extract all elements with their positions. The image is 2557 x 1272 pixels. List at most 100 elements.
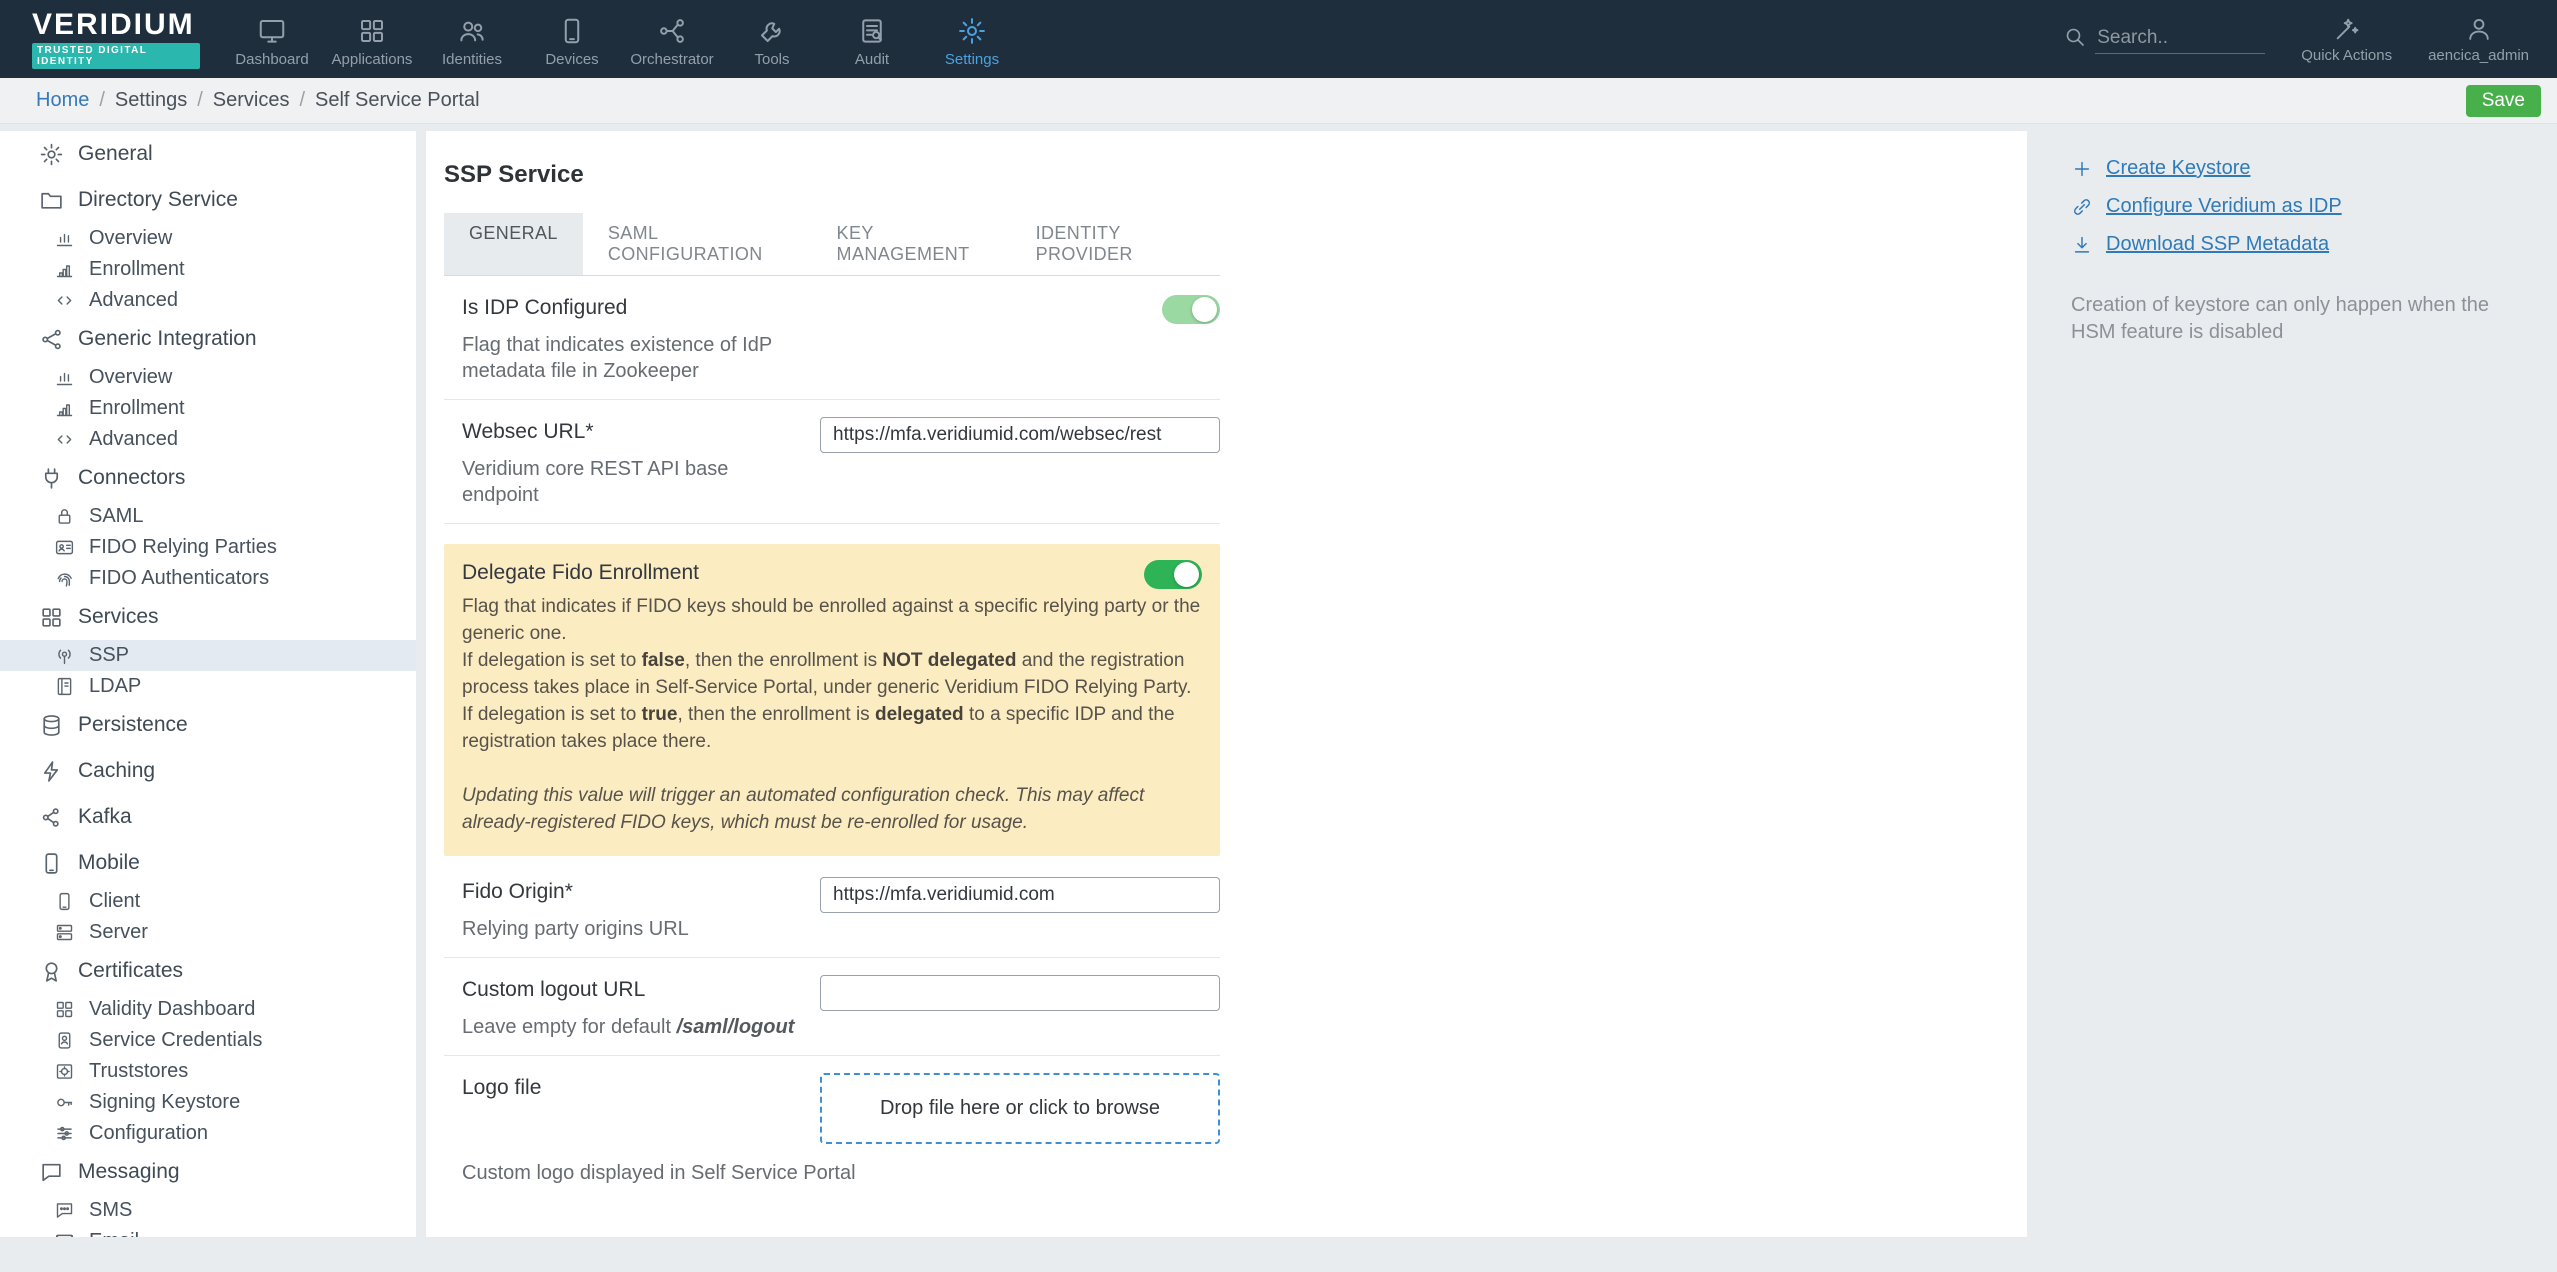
wrench-icon [722, 16, 822, 48]
phone-icon [39, 851, 64, 876]
sidebar-item-label: Truststores [89, 1060, 189, 1082]
field-websec-url: Websec URL* Veridium core REST API base … [444, 400, 1220, 524]
sidebar-item-server[interactable]: Server [0, 917, 416, 948]
custom-logout-input[interactable] [820, 975, 1220, 1011]
sidebar-item-label: SSP [89, 644, 130, 666]
sidebar-item-signing-keystore[interactable]: Signing Keystore [0, 1087, 416, 1118]
tab-identity-provider[interactable]: IDENTITY PROVIDER [1011, 213, 1220, 275]
logo-dropzone[interactable]: Drop file here or click to browse [820, 1073, 1220, 1144]
sidebar-item-mobile[interactable]: Mobile [0, 840, 416, 886]
sidebar-item-validity-dashboard[interactable]: Validity Dashboard [0, 994, 416, 1025]
sidebar-item-truststores[interactable]: Truststores [0, 1056, 416, 1087]
nav-tools[interactable]: Tools [722, 10, 822, 68]
field-fido-origin: Fido Origin* Relying party origins URL [444, 860, 1220, 958]
nav-dashboard[interactable]: Dashboard [222, 10, 322, 68]
toggle-knob [1174, 562, 1199, 587]
custom-logout-label: Custom logout URL [462, 978, 646, 1001]
sidebar-item-label: Kafka [78, 805, 132, 828]
sidebar-item-general[interactable]: General [0, 131, 416, 177]
sidebar-item-sms[interactable]: SMS [0, 1195, 416, 1226]
nav-settings[interactable]: Settings [922, 10, 1022, 68]
sidebar-item-service-credentials[interactable]: Service Credentials [0, 1025, 416, 1056]
create-keystore-link[interactable]: Create Keystore [2071, 157, 2527, 180]
code-icon [54, 429, 75, 450]
stats-icon [54, 259, 75, 280]
fido-origin-input[interactable] [820, 877, 1220, 913]
sidebar-item-label: FIDO Authenticators [89, 567, 270, 589]
sidebar-item-advanced[interactable]: Advanced [0, 424, 416, 455]
plus-icon [2071, 158, 2093, 180]
delegate-fido-toggle[interactable] [1144, 560, 1202, 589]
configure-veridium-as-idp-link[interactable]: Configure Veridium as IDP [2071, 195, 2527, 218]
breadcrumb-item-services[interactable]: Services [213, 89, 290, 112]
sidebar-item-caching[interactable]: Caching [0, 748, 416, 794]
action-label: Download SSP Metadata [2106, 233, 2330, 255]
sidebar-item-configuration[interactable]: Configuration [0, 1118, 416, 1149]
nav-identities[interactable]: Identities [422, 10, 522, 68]
sidebar-item-overview[interactable]: Overview [0, 223, 416, 254]
sidebar-item-label: Messaging [78, 1160, 180, 1183]
monitor-icon [222, 16, 322, 48]
sidebar-item-client[interactable]: Client [0, 886, 416, 917]
tab-saml-configuration[interactable]: SAML CONFIGURATION [583, 213, 812, 275]
is-idp-configured-toggle[interactable] [1162, 295, 1220, 324]
nav-label: Applications [331, 51, 413, 68]
sidebar-item-ldap[interactable]: LDAP [0, 671, 416, 702]
fido-origin-desc: Relying party origins URL [462, 918, 689, 940]
code-icon [54, 290, 75, 311]
nav-label: Orchestrator [630, 51, 714, 68]
user-menu[interactable]: aencica_admin [2428, 15, 2529, 64]
sidebar-item-fido-authenticators[interactable]: FIDO Authenticators [0, 563, 416, 594]
is-idp-control [820, 293, 1220, 324]
sidebar-item-certificates[interactable]: Certificates [0, 948, 416, 994]
breadcrumb: Home / Settings / Services / Self Service Port… [36, 89, 480, 112]
save-button[interactable]: Save [2465, 84, 2541, 117]
fido-origin-field-text: Fido Origin* Relying party origins URL [462, 877, 820, 942]
delegate-header: Delegate Fido Enrollment [462, 558, 1202, 589]
sidebar-item-connectors[interactable]: Connectors [0, 455, 416, 501]
sidebar-item-fido-relying-parties[interactable]: FIDO Relying Parties [0, 532, 416, 563]
gear-icon [39, 142, 64, 167]
delegate-desc-paragraph: If delegation is set to false, then the … [462, 650, 1192, 698]
logo-control: Drop file here or click to browse [820, 1073, 1220, 1144]
sidebar-item-kafka[interactable]: Kafka [0, 794, 416, 840]
sidebar-item-persistence[interactable]: Persistence [0, 702, 416, 748]
sms-icon [54, 1200, 75, 1221]
nav-devices[interactable]: Devices [522, 10, 622, 68]
sidebar-item-generic-integration[interactable]: Generic Integration [0, 316, 416, 362]
sidebar-item-email[interactable]: Email [0, 1226, 416, 1237]
action-label: Configure Veridium as IDP [2106, 195, 2342, 217]
sidebar-item-advanced[interactable]: Advanced [0, 285, 416, 316]
nav-applications[interactable]: Applications [322, 10, 422, 68]
quick-actions-button[interactable]: Quick Actions [2301, 15, 2392, 64]
sidebar-item-enrollment[interactable]: Enrollment [0, 393, 416, 424]
veridium-logo[interactable]: VERIDIUM TRUSTED DIGITAL IDENTITY [0, 9, 200, 69]
search-input[interactable] [2095, 24, 2266, 54]
nav-orchestrator[interactable]: Orchestrator [622, 10, 722, 68]
sidebar-item-enrollment[interactable]: Enrollment [0, 254, 416, 285]
sidebar-item-messaging[interactable]: Messaging [0, 1149, 416, 1195]
download-ssp-metadata-link[interactable]: Download SSP Metadata [2071, 233, 2527, 256]
breadcrumb-item-settings[interactable]: Settings [115, 89, 187, 112]
sidebar-item-ssp[interactable]: SSP [0, 640, 416, 671]
sidebar-item-services[interactable]: Services [0, 594, 416, 640]
sidebar-item-directory-service[interactable]: Directory Service [0, 177, 416, 223]
breadcrumb-item-home[interactable]: Home [36, 89, 89, 112]
sidebar-item-label: Services [78, 605, 159, 628]
lock-icon [54, 506, 75, 527]
tab-general[interactable]: GENERAL [444, 213, 583, 275]
sidebar-item-saml[interactable]: SAML [0, 501, 416, 532]
sidebar-item-label: LDAP [89, 675, 142, 697]
tab-key-management[interactable]: KEY MANAGEMENT [812, 213, 1011, 275]
nav-audit[interactable]: Audit [822, 10, 922, 68]
sidebar-item-label: Server [89, 921, 148, 943]
quick-actions-label: Quick Actions [2301, 46, 2393, 64]
sidebar-item-overview[interactable]: Overview [0, 362, 416, 393]
search-icon[interactable] [2063, 25, 2087, 54]
websec-url-label: Websec URL* [462, 420, 594, 443]
is-idp-label: Is IDP Configured [462, 296, 628, 319]
share-icon [39, 327, 64, 352]
websec-url-input[interactable] [820, 417, 1220, 453]
gear-icon [922, 16, 1022, 48]
sidebar-item-label: Advanced [89, 428, 178, 450]
